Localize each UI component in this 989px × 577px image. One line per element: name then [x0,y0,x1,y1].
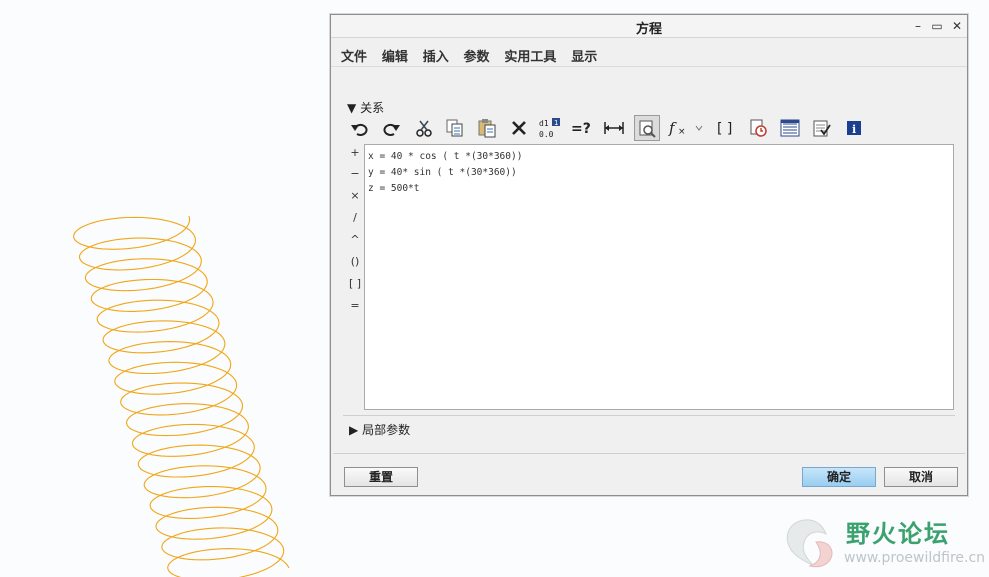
forum-watermark: 野火论坛 www.proewildfire.cn [780,510,985,574]
svg-text:i: i [852,123,856,136]
cut-icon[interactable] [411,115,437,141]
dialog-titlebar: 方程 – ▭ ✕ [331,15,967,38]
forum-name: 野火论坛 [846,520,950,548]
undo-icon[interactable] [347,115,373,141]
expanded-triangle-icon: ▼ [347,101,357,115]
svg-text:[ ]: [ ] [717,121,732,137]
relation-line-x[interactable]: x = 40 * cos ( t *(30*360)) [368,149,950,165]
svg-text:=?: =? [571,121,591,136]
operator-minus[interactable]: − [347,167,363,180]
menu-utilities[interactable]: 实用工具 [504,46,556,65]
menu-bar: 文件 编辑 插入 参数 实用工具 显示 [331,38,967,67]
local-params-label: 局部参数 [362,423,411,437]
params-icon[interactable] [777,115,803,141]
relations-editor[interactable]: x = 40 * cos ( t *(30*360)) y = 40* sin … [364,144,954,410]
operator-parentheses[interactable]: () [347,255,363,268]
svg-text:d1: d1 [539,119,549,128]
display-icon[interactable] [634,115,660,141]
svg-text:0.0: 0.0 [539,130,554,139]
reset-button[interactable]: 重置 [344,467,418,487]
footer-divider [333,453,965,454]
section-divider [343,415,955,416]
relations-label: 关系 [360,101,385,115]
operator-plus[interactable]: + [347,146,363,159]
menu-edit[interactable]: 编辑 [382,46,408,65]
info-icon[interactable]: i [841,115,867,141]
verify-icon[interactable] [745,115,771,141]
dialog-title: 方程 [635,22,662,37]
operator-divide[interactable]: / [347,211,363,224]
flame-logo-icon [786,519,833,568]
local-params-toggle[interactable]: ▶ 局部参数 [349,421,410,438]
evaluate-icon[interactable]: =? [569,115,595,141]
dimension-icon[interactable] [601,115,627,141]
svg-text:f: f [668,119,677,137]
function-icon[interactable]: f × [667,115,693,141]
helix-path [73,215,290,577]
brackets-icon[interactable]: [ ] [713,115,739,141]
cancel-button[interactable]: 取消 [884,467,958,487]
function-dropdown-icon[interactable] [692,115,706,141]
paste-icon[interactable] [474,115,500,141]
svg-text:1: 1 [554,119,558,127]
operator-multiply[interactable]: × [347,189,363,202]
menu-display[interactable]: 显示 [571,46,597,65]
svg-text:×: × [678,127,686,137]
relation-line-z[interactable]: z = 500*t [368,181,950,197]
copy-icon[interactable] [442,115,468,141]
relations-toggle[interactable]: ▼ 关系 [347,99,384,116]
delete-icon[interactable] [506,115,532,141]
close-icon[interactable]: ✕ [950,19,964,33]
operator-brackets[interactable]: [ ] [347,277,363,290]
maximize-icon[interactable]: ▭ [930,19,944,33]
sort-icon[interactable]: d1 0.0 1 [537,115,563,141]
operator-power[interactable]: ^ [347,233,363,246]
operator-equals[interactable]: = [347,299,363,312]
menu-parameters[interactable]: 参数 [464,46,490,65]
forum-url: www.proewildfire.cn [844,550,986,566]
units-icon[interactable] [809,115,835,141]
redo-icon[interactable] [378,115,404,141]
menu-insert[interactable]: 插入 [423,46,449,65]
relation-line-y[interactable]: y = 40* sin ( t *(30*360)) [368,165,950,181]
menu-file[interactable]: 文件 [341,46,367,65]
collapsed-triangle-icon: ▶ [349,423,359,437]
helix-curve [73,215,290,577]
equation-dialog: 方程 – ▭ ✕ 文件 编辑 插入 参数 实用工具 显示 ▼ 关系 d1 0.0 1 [330,14,968,496]
ok-button[interactable]: 确定 [802,467,876,487]
minimize-icon[interactable]: – [911,19,925,33]
